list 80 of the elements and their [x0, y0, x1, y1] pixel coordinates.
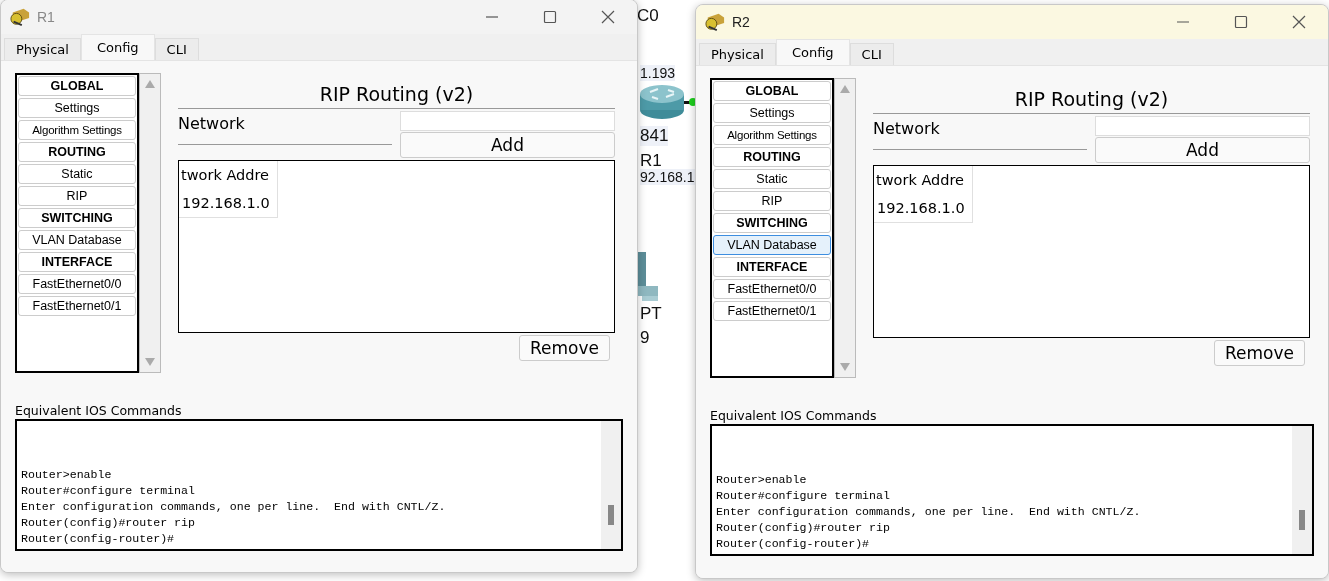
sidebar-item[interactable]: FastEthernet0/0 — [713, 279, 831, 299]
network-field[interactable] — [1095, 116, 1310, 136]
device-label: 841 — [640, 126, 669, 146]
scroll-thumb[interactable] — [1299, 510, 1305, 530]
scroll-down-icon[interactable] — [145, 358, 155, 366]
maximize-icon — [543, 10, 557, 24]
tab[interactable]: CLI — [154, 38, 199, 60]
section-header[interactable]: INTERFACE — [713, 257, 831, 277]
console-line: Router(config)#router rip — [21, 515, 196, 531]
scroll-thumb[interactable] — [608, 505, 614, 525]
sidebar-item[interactable]: Settings — [713, 103, 831, 123]
scrollbar[interactable] — [139, 73, 161, 373]
column-header: twork Addre — [875, 171, 966, 190]
add-button[interactable]: Add — [400, 132, 615, 158]
app-icon — [704, 12, 726, 32]
section-label: Equivalent IOS Commands — [15, 403, 183, 418]
router-icon[interactable] — [640, 82, 698, 122]
table-cell[interactable]: 192.168.1.0 — [179, 189, 277, 217]
remove-button[interactable]: Remove — [519, 335, 610, 361]
section-header[interactable]: GLOBAL — [18, 76, 136, 96]
sidebar-item[interactable]: Settings — [18, 98, 136, 118]
tab[interactable]: Physical — [4, 38, 81, 60]
sidebar-item[interactable]: RIP — [713, 191, 831, 211]
sidebar-item[interactable]: VLAN Database — [713, 235, 831, 255]
panel-title: RIP Routing (v2) — [873, 78, 1310, 114]
console-line: Router#configure terminal — [21, 483, 196, 499]
console-line: Router(config-router)# — [716, 536, 871, 552]
sidebar-item[interactable]: RIP — [18, 186, 136, 206]
sidebar-item[interactable]: Static — [713, 169, 831, 189]
scroll-down-icon[interactable] — [840, 363, 850, 371]
console-line: Router>enable — [716, 472, 808, 488]
app-icon — [9, 7, 31, 27]
scroll-up-icon[interactable] — [840, 85, 850, 93]
tab[interactable]: Config — [80, 34, 155, 60]
add-button[interactable]: Add — [1095, 137, 1310, 163]
console-line: Router>enable — [21, 467, 113, 483]
table-cell[interactable]: 192.168.1.0 — [874, 194, 972, 222]
sidebar-item[interactable]: Static — [18, 164, 136, 184]
sidebar-item[interactable]: Algorithm Settings — [713, 125, 831, 145]
sidebar-item[interactable]: FastEthernet0/1 — [18, 296, 136, 316]
tab[interactable]: Physical — [699, 43, 776, 65]
device-label: C0 — [637, 6, 659, 26]
console-line: Router#configure terminal — [716, 488, 891, 504]
scrollbar[interactable] — [1292, 426, 1312, 554]
device-label: PT — [640, 304, 662, 324]
device-label: 1.193 — [640, 65, 676, 81]
device-label: 92.168.1 — [640, 169, 695, 185]
tab[interactable]: CLI — [849, 43, 894, 65]
window-title: R1 — [37, 9, 55, 25]
column-header: twork Addre — [180, 166, 271, 185]
console-line: Enter configuration commands, one per line. End with CNTL/Z. — [21, 499, 447, 515]
scrollbar[interactable] — [834, 78, 856, 378]
tab[interactable]: Config — [775, 39, 850, 65]
close-icon — [1292, 15, 1306, 29]
sidebar-item[interactable]: FastEthernet0/0 — [18, 274, 136, 294]
network-label: Network — [178, 113, 246, 133]
section-header[interactable]: ROUTING — [18, 142, 136, 162]
window-title: R2 — [732, 14, 750, 30]
remove-button[interactable]: Remove — [1214, 340, 1305, 366]
section-header[interactable]: GLOBAL — [713, 81, 831, 101]
console-line: Enter configuration commands, one per line. End with CNTL/Z. — [716, 504, 1142, 520]
section-header[interactable]: INTERFACE — [18, 252, 136, 272]
panel-title: RIP Routing (v2) — [178, 73, 615, 109]
close-icon — [601, 10, 615, 24]
sidebar-item[interactable]: FastEthernet0/1 — [713, 301, 831, 321]
section-header[interactable]: ROUTING — [713, 147, 831, 167]
section-label: Equivalent IOS Commands — [710, 408, 878, 423]
sidebar-item[interactable]: Algorithm Settings — [18, 120, 136, 140]
network-label: Network — [873, 118, 941, 138]
network-field[interactable] — [400, 111, 615, 131]
section-header[interactable]: SWITCHING — [18, 208, 136, 228]
device-label: 9 — [640, 328, 650, 348]
section-header[interactable]: SWITCHING — [713, 213, 831, 233]
console-line: Router(config)#router rip — [716, 520, 891, 536]
scroll-up-icon[interactable] — [145, 80, 155, 88]
maximize-icon — [1234, 15, 1248, 29]
sidebar-item[interactable]: VLAN Database — [18, 230, 136, 250]
console-line: Router(config-router)# — [21, 531, 176, 547]
scrollbar[interactable] — [601, 421, 621, 549]
device-label: R1 — [640, 151, 662, 171]
